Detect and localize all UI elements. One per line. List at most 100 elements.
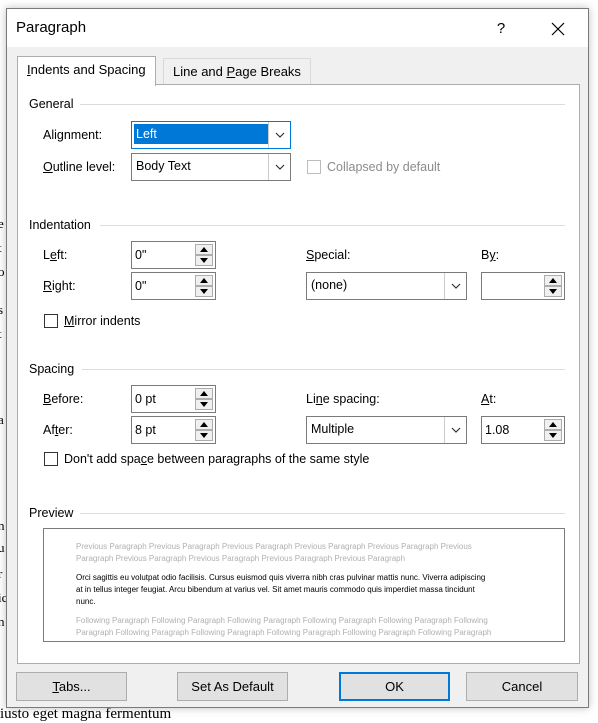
spin-down-icon[interactable] xyxy=(195,255,213,266)
section-divider xyxy=(100,225,565,226)
before-value: 0 pt xyxy=(135,392,156,406)
after-spinner[interactable]: 8 pt xyxy=(131,416,216,444)
section-divider xyxy=(82,369,565,370)
at-spinner[interactable]: 1.08 xyxy=(481,416,565,444)
close-icon xyxy=(551,22,565,36)
button-label: Set As Default xyxy=(191,679,274,694)
tab-indents-and-spacing[interactable]: Indents and Spacing xyxy=(17,56,156,86)
right-indent-label: Right: xyxy=(43,279,76,293)
special-select[interactable]: (none) xyxy=(306,272,467,300)
doc-fragment: e xyxy=(0,216,4,231)
label-text: e between paragraphs of the same style xyxy=(147,452,370,466)
preview-following-line: Following Paragraph Following Paragraph … xyxy=(76,616,488,625)
spin-up-icon[interactable] xyxy=(195,388,213,399)
by-spinner[interactable] xyxy=(481,272,565,300)
spin-up-icon[interactable] xyxy=(195,419,213,430)
label-text: utline level: xyxy=(52,160,116,174)
label-key: e xyxy=(49,248,57,262)
label-text: ight: xyxy=(52,279,76,293)
alignment-select[interactable]: Left xyxy=(131,121,291,149)
label-text: : xyxy=(495,248,500,262)
preview-previous-line: Previous Paragraph Previous Paragraph Pr… xyxy=(76,542,472,551)
preview-sample-line: at in tellus integer feugiat. Arcu biben… xyxy=(76,585,475,594)
right-indent-spinner[interactable]: 0" xyxy=(131,272,216,300)
label-text: Don't add spa xyxy=(64,452,141,466)
section-title-indentation: Indentation xyxy=(29,218,91,232)
help-icon: ? xyxy=(496,20,506,37)
tab-label: Line and xyxy=(173,64,227,79)
title-bar[interactable]: Paragraph ? xyxy=(7,9,588,47)
doc-fragment: u xyxy=(0,540,5,555)
label-text: Af xyxy=(43,423,55,437)
before-label: Before: xyxy=(43,392,83,406)
spin-down-icon[interactable] xyxy=(195,286,213,297)
section-divider xyxy=(80,513,565,514)
label-text: pecial: xyxy=(314,248,351,262)
mirror-indents-checkbox[interactable] xyxy=(44,314,58,328)
right-indent-value: 0" xyxy=(135,279,147,293)
label-text: L xyxy=(43,248,50,262)
label-key: O xyxy=(43,160,53,174)
doc-fragment: o xyxy=(0,264,5,279)
before-spinner[interactable]: 0 pt xyxy=(131,385,216,413)
button-label: abs... xyxy=(58,679,91,694)
outline-level-select[interactable]: Body Text xyxy=(131,153,291,181)
tab-line-and-page-breaks[interactable]: Line and Page Breaks xyxy=(163,58,311,86)
chevron-down-icon[interactable] xyxy=(444,273,466,299)
section-title-general: General xyxy=(29,97,74,111)
doc-fragment: n xyxy=(0,518,5,533)
cancel-button[interactable]: Cancel xyxy=(466,672,578,701)
label-text: t: xyxy=(489,392,497,406)
preview-previous-line: Paragraph Previous Paragraph Previous Pa… xyxy=(76,554,406,563)
tab-label: age Breaks xyxy=(235,64,301,79)
alignment-label: Alignment: xyxy=(43,128,102,142)
chevron-down-icon[interactable] xyxy=(268,154,290,180)
at-label: At: xyxy=(481,392,496,406)
preview-sample-line: nunc. xyxy=(76,597,96,606)
label-text: er: xyxy=(58,423,73,437)
label-text: irror indents xyxy=(74,314,141,328)
paragraph-preview: Previous Paragraph Previous Paragraph Pr… xyxy=(43,528,565,642)
section-title-spacing: Spacing xyxy=(29,362,75,376)
at-value: 1.08 xyxy=(485,423,510,437)
spin-up-icon[interactable] xyxy=(195,275,213,286)
collapsed-by-default-checkbox[interactable] xyxy=(307,160,321,174)
left-indent-value: 0" xyxy=(135,248,147,262)
ok-button[interactable]: OK xyxy=(339,672,450,701)
dont-add-space-checkbox[interactable] xyxy=(44,452,58,466)
collapsed-by-default-label: Collapsed by default xyxy=(327,160,441,174)
tabs-button[interactable]: Tabs... xyxy=(16,672,127,701)
button-label: OK xyxy=(385,679,404,694)
spin-up-icon[interactable] xyxy=(544,275,562,286)
left-indent-spinner[interactable]: 0" xyxy=(131,241,216,269)
label-text: ft: xyxy=(56,248,68,262)
spin-down-icon[interactable] xyxy=(195,430,213,441)
close-button[interactable] xyxy=(543,15,573,43)
preview-sample-line: Orci sagittis eu volutpat odio facilisis… xyxy=(76,573,486,582)
doc-fragment: s xyxy=(0,302,4,317)
doc-fragment: t xyxy=(0,240,2,256)
doc-fragment: r xyxy=(0,566,3,581)
label-text: Ali xyxy=(43,128,57,142)
preview-following-line: Paragraph Following Paragraph Following … xyxy=(76,628,492,637)
button-label: Cancel xyxy=(501,679,543,694)
help-button[interactable]: ? xyxy=(488,17,514,41)
set-as-default-button[interactable]: Set As Default xyxy=(177,672,288,701)
label-key: n xyxy=(315,392,323,406)
mirror-indents-label: Mirror indents xyxy=(64,314,140,328)
left-indent-label: Left: xyxy=(43,248,67,262)
spin-down-icon[interactable] xyxy=(544,286,562,297)
line-spacing-select[interactable]: Multiple xyxy=(306,416,467,444)
chevron-down-icon[interactable] xyxy=(444,417,466,443)
spin-up-icon[interactable] xyxy=(544,419,562,430)
doc-bottom-text: iusto eget magna fermentum xyxy=(0,706,172,722)
spin-down-icon[interactable] xyxy=(544,430,562,441)
after-value: 8 pt xyxy=(135,423,156,437)
alignment-value: Left xyxy=(134,124,268,144)
spin-up-icon[interactable] xyxy=(195,244,213,255)
spin-down-icon[interactable] xyxy=(195,399,213,410)
chevron-down-icon[interactable] xyxy=(268,122,290,148)
dialog-title: Paragraph xyxy=(16,19,87,36)
label-key: M xyxy=(64,314,75,328)
label-key: g xyxy=(56,128,64,142)
